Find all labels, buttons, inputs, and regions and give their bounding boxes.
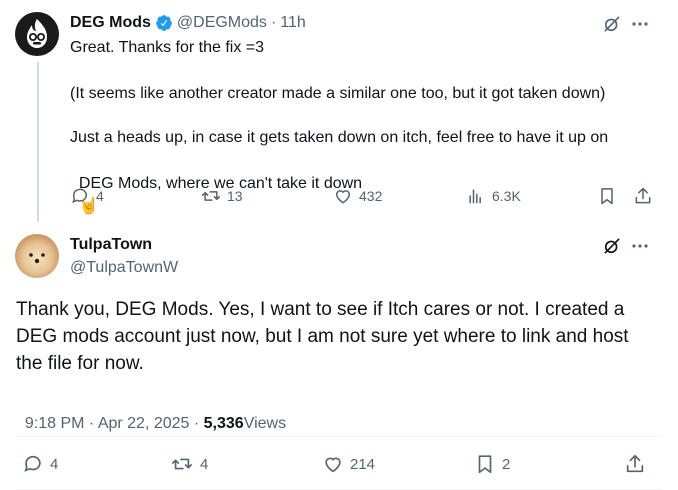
tweet2-meta: 9:18 PM · Apr 22, 2025 · 5,336Views (16, 397, 286, 433)
tweet1-repost-count: 13 (227, 188, 243, 204)
tweet2-line-1: Thank you, DEG Mods. Yes, I want to see … (16, 299, 625, 320)
tweet1-repost-button[interactable]: 13 (201, 186, 243, 206)
tweet2-reply-button[interactable]: 4 (22, 453, 58, 475)
tweet1-bookmark-button[interactable] (597, 186, 617, 206)
verified-badge-icon (155, 14, 173, 32)
tweet2-line-2: DEG mods account just now, but I am not … (16, 326, 629, 347)
share-icon (626, 454, 644, 473)
degmods-avatar[interactable] (15, 12, 59, 56)
thread-connector-line (37, 62, 39, 222)
tweet1-reply-button[interactable]: 4 (70, 186, 104, 206)
more-options-icon[interactable] (630, 236, 650, 256)
grok-icon[interactable] (602, 14, 622, 34)
tweet1-author-name[interactable]: DEG Mods (70, 14, 151, 32)
bookmark-icon (478, 455, 492, 474)
tweet1-like-button[interactable]: 432 (333, 186, 382, 206)
tweet1-header: DEG Mods @DEGMods · 11h (70, 12, 306, 34)
action-bar-top-divider (16, 436, 662, 437)
tweet2-like-count: 214 (350, 455, 376, 473)
repost-icon (201, 191, 221, 201)
tweet2-line-3: the file for now. (16, 353, 144, 374)
tweet2-view-count: 5,336 (203, 415, 244, 432)
tweet2-timestamp[interactable]: 9:18 PM · Apr 22, 2025 · (25, 415, 204, 432)
reply-icon (72, 188, 87, 204)
heart-icon (325, 457, 341, 473)
tweet1-views-button[interactable]: 6.3K (466, 186, 521, 206)
tweet2-author-name[interactable]: TulpaTown (70, 236, 152, 254)
tweet2-share-button[interactable] (624, 453, 646, 475)
tulpatown-avatar[interactable] (15, 234, 59, 278)
tweet2-body: Thank you, DEG Mods. Yes, I want to see … (16, 296, 629, 377)
tweet2-reply-count: 4 (50, 455, 59, 473)
tweet2-repost-count: 4 (200, 455, 209, 473)
tweet2-bookmark-count: 2 (502, 455, 511, 473)
tweet2-repost-button[interactable]: 4 (170, 453, 208, 475)
repost-icon (172, 458, 192, 470)
grok-icon[interactable] (602, 236, 622, 256)
tweet1-line-1: Great. Thanks for the fix =3 (70, 39, 265, 56)
tweet1-like-count: 432 (359, 188, 383, 204)
tweet1-dot-separator: · (270, 14, 277, 31)
more-options-icon[interactable] (630, 14, 650, 34)
tweet1-line-4: DEG Mods, where we can't take it down 🤘 (70, 149, 362, 218)
tweet1-handle[interactable]: @DEGMods (177, 14, 267, 32)
tweet1-view-count: 6.3K (492, 188, 521, 204)
tweet2-like-button[interactable]: 214 (322, 453, 375, 475)
tweet2-handle[interactable]: @TulpaTownW (70, 259, 178, 277)
tweet2-bookmark-button[interactable]: 2 (474, 453, 510, 475)
bookmark-icon (601, 188, 613, 205)
tweet1-time[interactable]: 11h (280, 14, 306, 32)
heart-icon (335, 190, 351, 204)
tweet1-line-3: Just a heads up, in case it gets taken d… (70, 129, 609, 146)
tweet2-views-label: Views (243, 415, 287, 432)
tweet1-share-button[interactable] (633, 186, 653, 206)
reply-icon (24, 455, 41, 472)
analytics-icon (469, 189, 481, 204)
share-icon (635, 187, 651, 204)
tweet1-line-2: (It seems like another creator made a si… (70, 85, 606, 102)
tweet1-reply-count: 4 (96, 188, 104, 204)
